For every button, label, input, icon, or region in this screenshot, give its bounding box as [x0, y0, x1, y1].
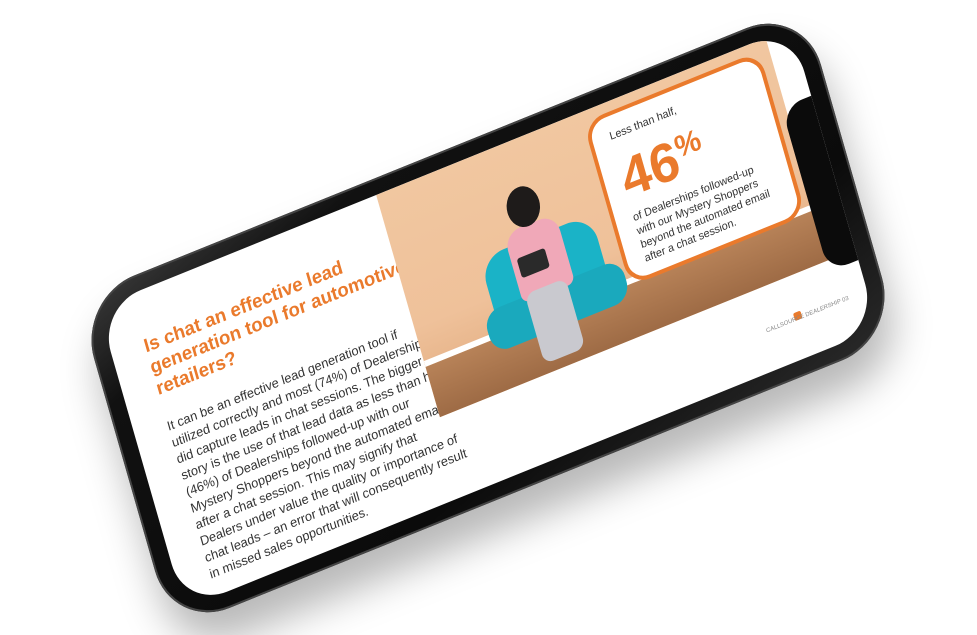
stage: Is chat an effective lead generation too…	[0, 0, 977, 635]
page-number: 03	[841, 295, 850, 304]
footer-label: CALLSOURCE DEALERSHIP 03	[766, 296, 850, 335]
phone-screen: Is chat an effective lead generation too…	[97, 27, 879, 609]
smartphone: Is chat an effective lead generation too…	[76, 4, 900, 632]
footer-brand: CALLSOURCE DEALERSHIP	[765, 298, 842, 335]
